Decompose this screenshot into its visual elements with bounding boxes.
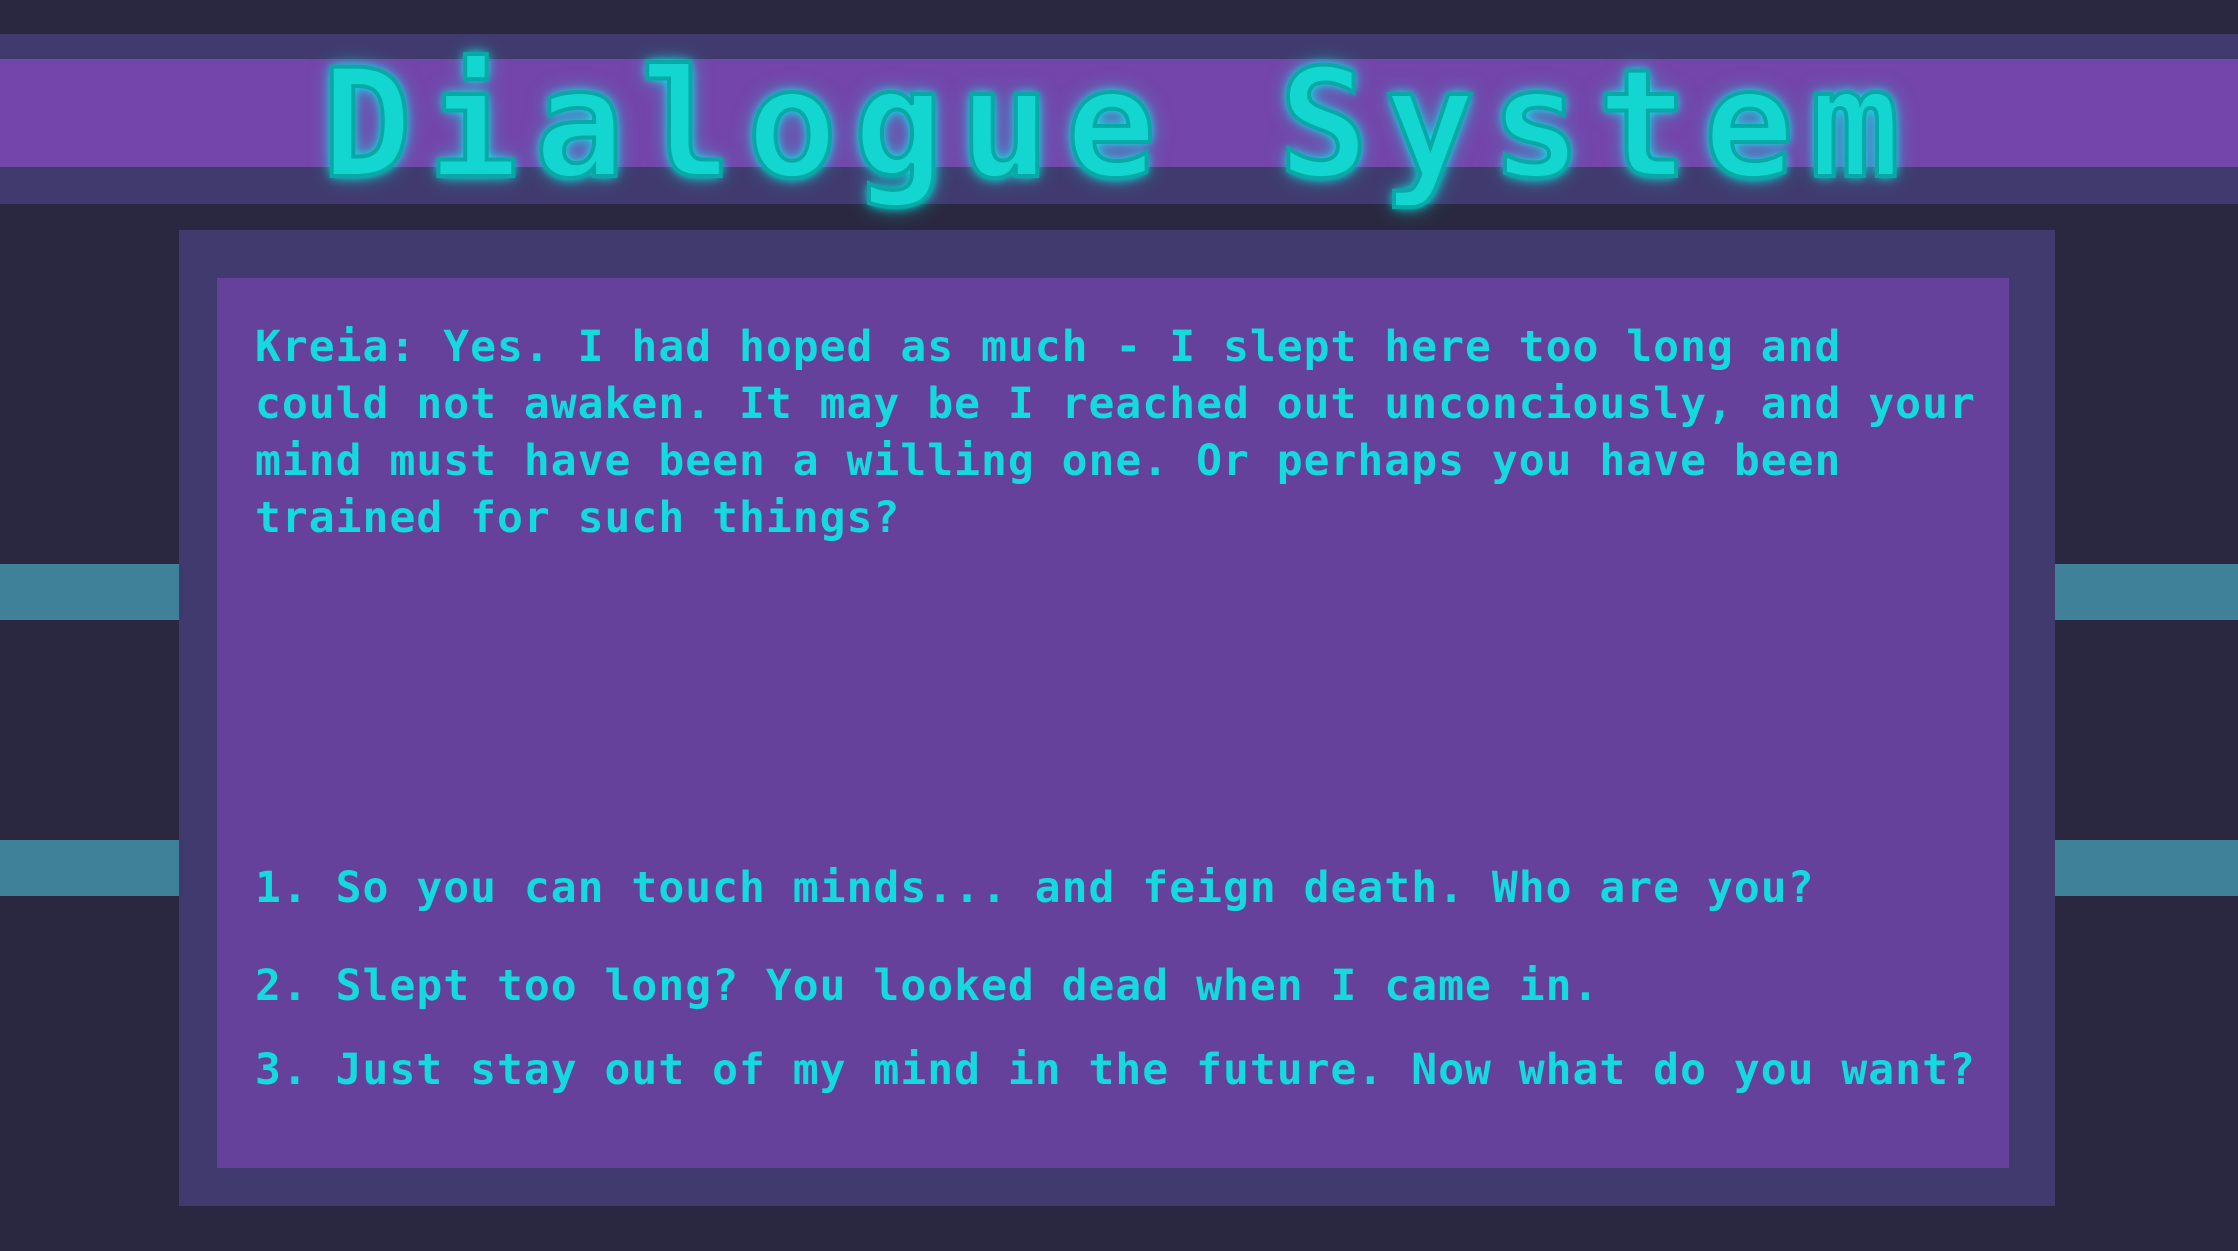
- dialogue-choice-2[interactable]: 2. Slept too long? You looked dead when …: [255, 958, 1995, 1015]
- dialogue-choice-1[interactable]: 1. So you can touch minds... and feign d…: [255, 860, 1995, 917]
- page-title: Dialogue System: [320, 38, 1917, 212]
- dialogue-frame: Kreia: Yes. I had hoped as much - I slep…: [179, 230, 2055, 1206]
- npc-dialogue-line: Kreia: Yes. I had hoped as much - I slep…: [255, 322, 1976, 543]
- dialogue-panel: Kreia: Yes. I had hoped as much - I slep…: [217, 278, 2009, 1168]
- dialogue-choice-3[interactable]: 3. Just stay out of my mind in the futur…: [255, 1043, 1995, 1097]
